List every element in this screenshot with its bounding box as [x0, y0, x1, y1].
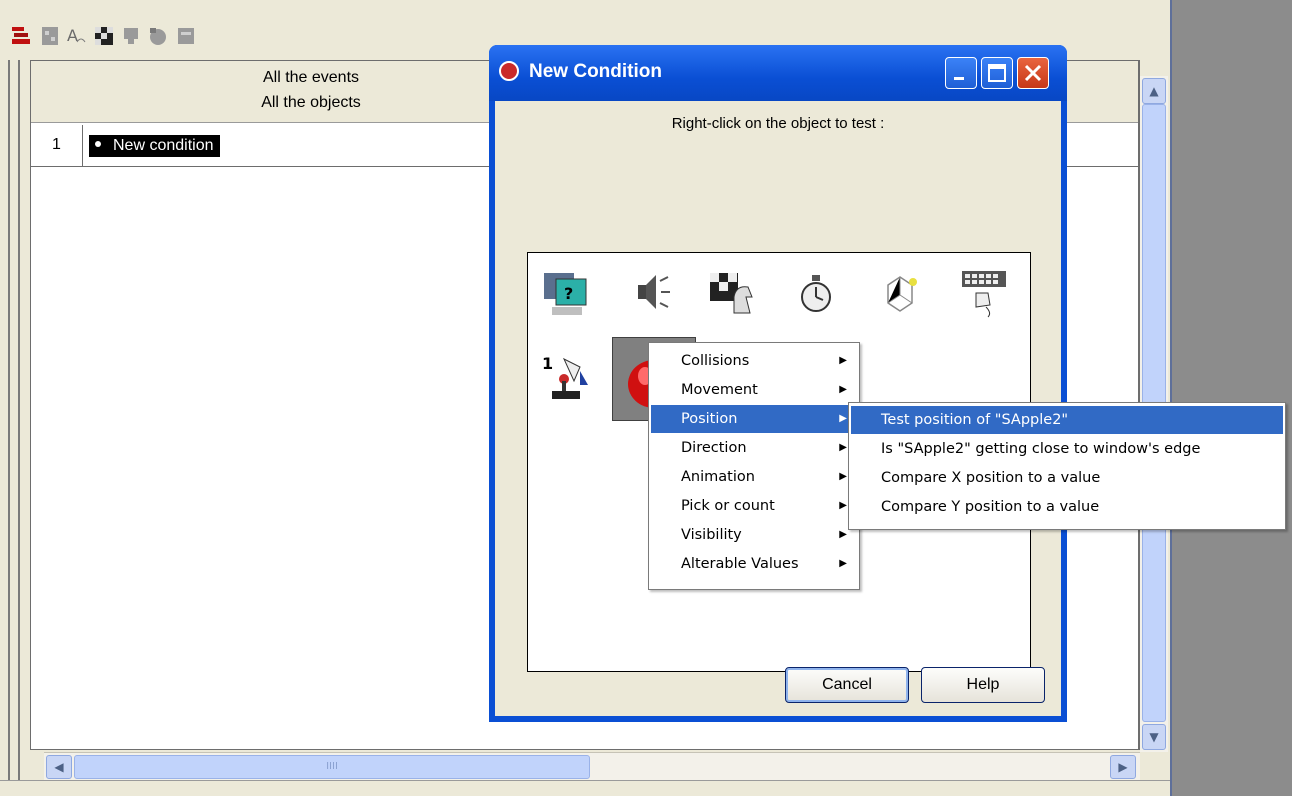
menu-item-label: Movement: [681, 382, 758, 398]
app-icon: [499, 61, 519, 81]
text-icon[interactable]: A: [64, 24, 88, 48]
bullet-icon: [95, 140, 101, 147]
submenu-arrow-icon: ▶: [839, 413, 847, 424]
keyboard-mouse-icon[interactable]: [956, 265, 1012, 321]
submenu-arrow-icon: ▶: [839, 471, 847, 482]
menu-item-alterable-values[interactable]: Alterable Values ▶: [651, 550, 857, 578]
menu-item-label: Animation: [681, 469, 755, 485]
maximize-button[interactable]: [981, 57, 1013, 89]
maximize-icon: [988, 64, 1006, 82]
event-row-number: 1: [31, 125, 83, 167]
comment-icon[interactable]: [120, 24, 144, 48]
horizontal-scroll-thumb[interactable]: IIII: [74, 755, 590, 779]
dialog-title: New Condition: [529, 61, 662, 82]
menu-item-visibility[interactable]: Visibility ▶: [651, 521, 857, 549]
close-icon: [1024, 64, 1042, 82]
window-icon[interactable]: [174, 24, 198, 48]
submenu-arrow-icon: ▶: [839, 500, 847, 511]
svg-text:?: ?: [564, 284, 573, 303]
scroll-right-button[interactable]: ▶: [1110, 755, 1136, 779]
scroll-grip: IIII: [326, 761, 338, 772]
horizontal-scrollbar[interactable]: ◀ IIII ▶: [44, 752, 1140, 780]
sound-icon[interactable]: [622, 265, 678, 321]
submenu-item-compare-x[interactable]: Compare X position to a value: [851, 464, 1283, 492]
menu-item-label: Direction: [681, 440, 747, 456]
special-conditions-icon[interactable]: ?: [538, 265, 594, 321]
joystick-icon[interactable]: 1: [538, 349, 594, 405]
submenu-arrow-icon: ▶: [839, 529, 847, 540]
storyboard-icon[interactable]: [704, 265, 760, 321]
left-rail-line: [18, 60, 20, 790]
menu-item-collisions[interactable]: Collisions ▶: [651, 347, 857, 375]
create-object-icon[interactable]: [872, 265, 928, 321]
submenu-item-compare-y[interactable]: Compare Y position to a value: [851, 493, 1283, 521]
minimize-icon: [954, 77, 964, 80]
menu-item-label: Position: [681, 411, 738, 427]
position-submenu: Test position of "SApple2" Is "SApple2" …: [848, 402, 1286, 530]
workspace-background: [1170, 0, 1292, 796]
menu-item-label: Alterable Values: [681, 556, 799, 572]
submenu-arrow-icon: ▶: [839, 355, 847, 366]
menu-item-movement[interactable]: Movement ▶: [651, 376, 857, 404]
cancel-button[interactable]: Cancel: [785, 667, 909, 703]
object-icon[interactable]: [146, 24, 170, 48]
event-condition[interactable]: New condition: [89, 135, 220, 157]
condition-context-menu: Collisions ▶ Movement ▶ Position ▶ Directio…: [648, 342, 860, 590]
dialog-titlebar[interactable]: New Condition: [489, 45, 1067, 101]
submenu-arrow-icon: ▶: [839, 384, 847, 395]
help-button[interactable]: Help: [921, 667, 1045, 703]
menu-item-label: Visibility: [681, 527, 742, 543]
close-button[interactable]: [1017, 57, 1049, 89]
status-strip: [0, 780, 1170, 796]
submenu-arrow-icon: ▶: [839, 558, 847, 569]
event-condition-label: New condition: [113, 137, 214, 154]
menu-item-position[interactable]: Position ▶: [651, 405, 857, 433]
minimize-button[interactable]: [945, 57, 977, 89]
submenu-item-test-position[interactable]: Test position of "SApple2": [851, 406, 1283, 434]
menu-item-label: Collisions: [681, 353, 750, 369]
menu-item-animation[interactable]: Animation ▶: [651, 463, 857, 491]
scroll-down-button[interactable]: ▼: [1142, 724, 1166, 750]
timer-icon[interactable]: [788, 265, 844, 321]
left-rail: [0, 60, 30, 796]
event-editor-icon[interactable]: [10, 24, 34, 48]
checker-icon[interactable]: [92, 24, 116, 48]
menu-item-label: Pick or count: [681, 498, 775, 514]
menu-item-direction[interactable]: Direction ▶: [651, 434, 857, 462]
dialog-prompt: Right-click on the object to test :: [671, 115, 885, 132]
svg-text:A: A: [67, 26, 78, 45]
grid-icon[interactable]: [38, 24, 62, 48]
joystick-number: 1: [542, 354, 553, 373]
left-rail-line: [8, 60, 10, 790]
menu-item-pick-or-count[interactable]: Pick or count ▶: [651, 492, 857, 520]
submenu-arrow-icon: ▶: [839, 442, 847, 453]
scroll-left-button[interactable]: ◀: [46, 755, 72, 779]
submenu-item-close-to-edge[interactable]: Is "SApple2" getting close to window's e…: [851, 435, 1283, 463]
scroll-up-button[interactable]: ▲: [1142, 78, 1166, 104]
